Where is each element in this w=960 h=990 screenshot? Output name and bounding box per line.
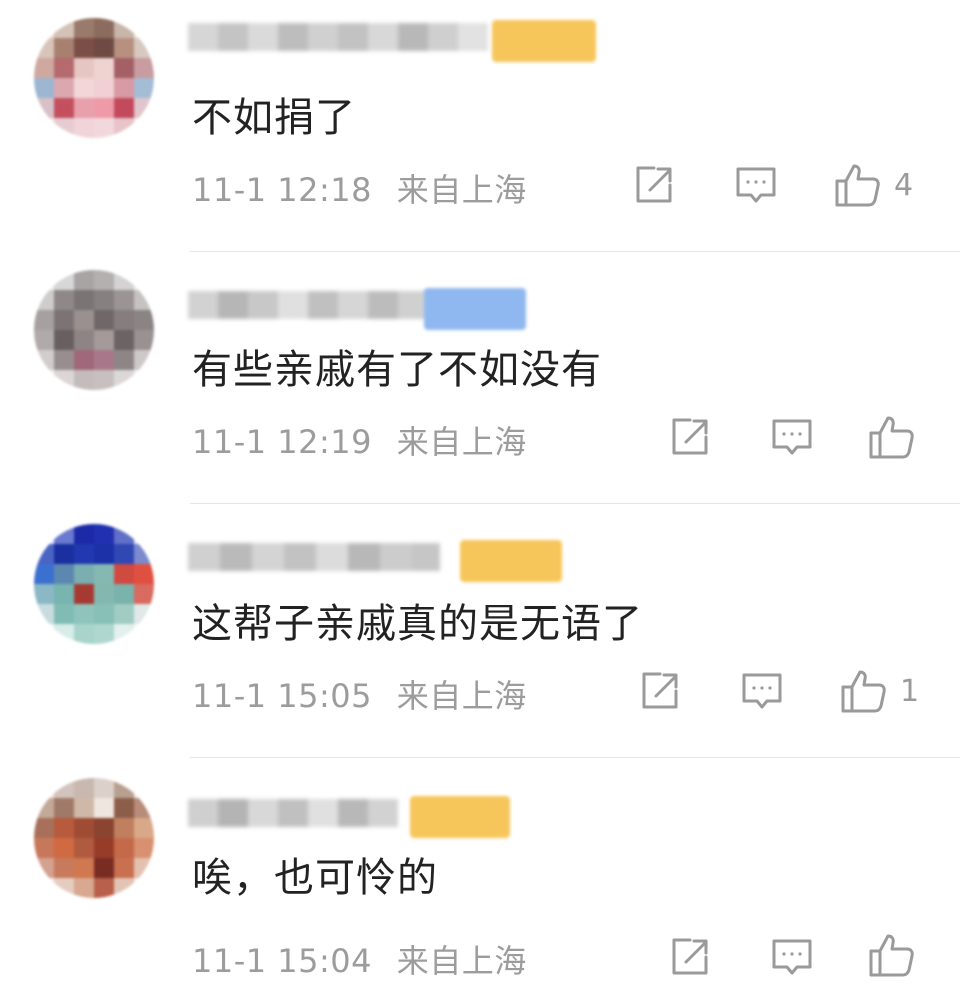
thumbs-up-icon <box>835 164 880 207</box>
comment-item: 这帮子亲戚真的是无语了 11-1 15:05 来自上海 1 <box>0 506 960 758</box>
comment-location: 来自上海 <box>396 423 527 461</box>
like-button[interactable] <box>868 932 928 978</box>
avatar[interactable] <box>34 778 154 898</box>
comment-time: 11-1 12:18 <box>192 171 373 209</box>
share-icon <box>672 938 708 975</box>
user-badge <box>460 540 562 582</box>
thumbs-up-icon <box>841 670 886 713</box>
comment-time: 11-1 15:05 <box>192 677 373 715</box>
like-button[interactable] <box>868 414 928 460</box>
like-count: 1 <box>900 673 920 709</box>
comment-text: 唉，也可怜的 <box>192 855 438 901</box>
avatar[interactable] <box>34 18 154 138</box>
avatar[interactable] <box>34 524 154 644</box>
share-button[interactable] <box>668 414 712 460</box>
reply-button[interactable] <box>734 162 778 208</box>
username-blurred[interactable] <box>188 288 428 322</box>
user-badge <box>492 20 596 62</box>
comment-icon <box>772 419 812 455</box>
like-button[interactable]: 4 <box>834 162 913 208</box>
comment-meta: 11-1 12:18 来自上海 <box>192 165 527 211</box>
comment-time: 11-1 12:19 <box>192 423 373 461</box>
username-blurred[interactable] <box>188 540 440 574</box>
thumbs-up-icon <box>869 416 914 459</box>
reply-button[interactable] <box>770 934 814 980</box>
user-badge <box>410 796 510 838</box>
comment-text: 不如捐了 <box>192 95 356 141</box>
reply-button[interactable] <box>740 668 784 714</box>
share-button[interactable] <box>638 668 682 714</box>
comment-icon <box>742 673 782 709</box>
share-icon <box>672 418 708 455</box>
username-blurred[interactable] <box>188 796 398 830</box>
comment-item: 有些亲戚有了不如没有 11-1 12:19 来自上海 <box>0 252 960 504</box>
comment-icon <box>772 939 812 975</box>
comment-location: 来自上海 <box>396 677 527 715</box>
comment-location: 来自上海 <box>396 171 527 209</box>
comment-meta: 11-1 12:19 来自上海 <box>192 417 527 463</box>
comment-item: 唉，也可怜的 11-1 15:04 来自上海 <box>0 760 960 990</box>
comment-text: 有些亲戚有了不如没有 <box>192 347 602 393</box>
avatar[interactable] <box>34 270 154 390</box>
username-blurred[interactable] <box>188 20 488 54</box>
share-icon <box>636 166 672 203</box>
comment-meta: 11-1 15:04 来自上海 <box>192 936 527 982</box>
comment-location: 来自上海 <box>396 942 527 980</box>
share-icon <box>642 672 678 709</box>
like-count: 4 <box>894 167 914 203</box>
share-button[interactable] <box>668 934 712 980</box>
like-button[interactable]: 1 <box>840 668 919 714</box>
user-badge <box>424 288 526 330</box>
share-button[interactable] <box>632 162 676 208</box>
comment-text: 这帮子亲戚真的是无语了 <box>192 601 643 647</box>
comment-meta: 11-1 15:05 来自上海 <box>192 671 527 717</box>
comment-item: 不如捐了 11-1 12:18 来自上海 4 <box>0 0 960 252</box>
divider <box>190 757 960 758</box>
thumbs-up-icon <box>869 934 914 977</box>
comment-time: 11-1 15:04 <box>192 942 373 980</box>
comment-icon <box>736 167 776 203</box>
reply-button[interactable] <box>770 414 814 460</box>
divider <box>190 503 960 504</box>
